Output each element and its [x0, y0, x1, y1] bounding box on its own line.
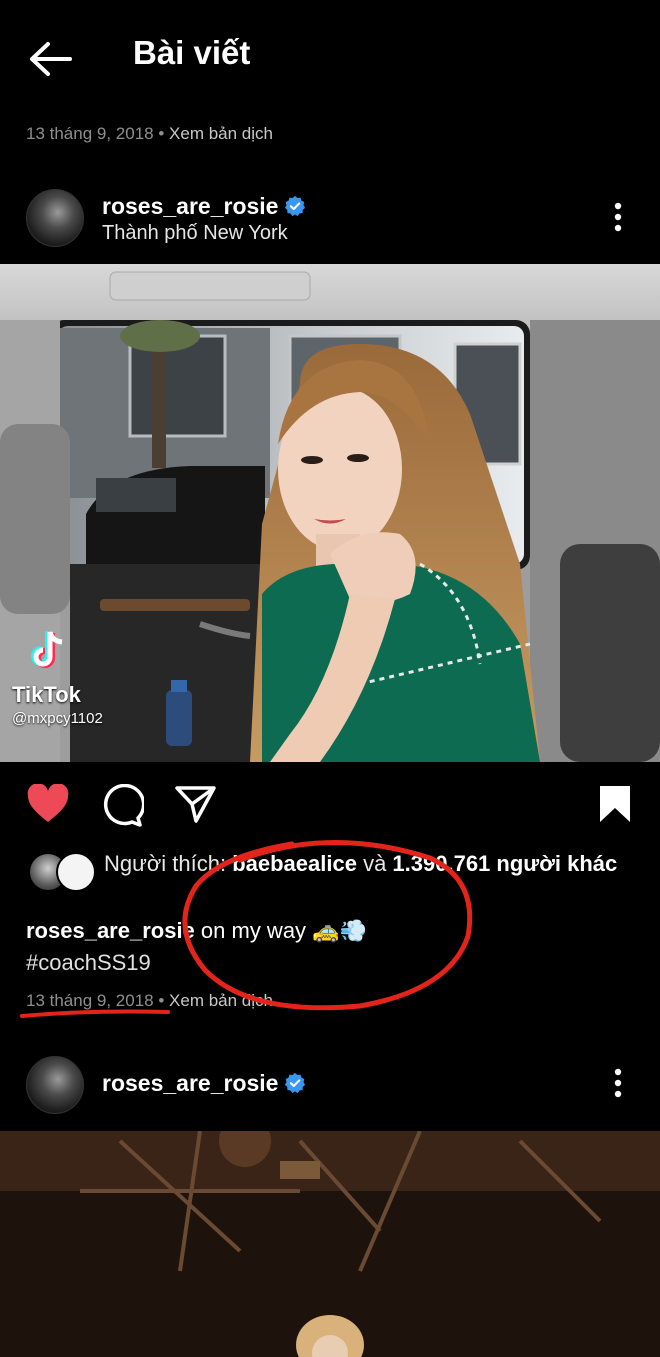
- comment-icon: [103, 783, 146, 827]
- annotation-underline: [20, 1009, 170, 1018]
- separator: •: [158, 991, 165, 1010]
- post-date: 13 tháng 9, 2018: [26, 991, 154, 1010]
- translate-link[interactable]: Xem bản dịch: [169, 124, 273, 143]
- top-bar: [0, 0, 660, 110]
- share-button[interactable]: [174, 784, 218, 829]
- like-button[interactable]: [26, 783, 70, 829]
- translate-link[interactable]: Xem bản dịch: [169, 991, 273, 1010]
- save-button[interactable]: [598, 784, 632, 829]
- back-button[interactable]: [24, 36, 74, 82]
- tiktok-watermark: TikTok: [12, 682, 81, 707]
- liker-username[interactable]: baebaealice: [232, 851, 357, 876]
- tiktok-logo-icon: [31, 631, 63, 668]
- next-post-more-button[interactable]: [608, 1064, 628, 1104]
- previous-post-meta: 13 tháng 9, 2018 • Xem bản dịch: [26, 124, 273, 144]
- username[interactable]: roses_are_rosie: [102, 193, 278, 219]
- post-photo[interactable]: TikTok @mxpcy1102: [0, 264, 660, 762]
- likes-suffix: người khác: [490, 851, 618, 876]
- arrow-left-icon: [30, 42, 72, 76]
- tiktok-handle: @mxpcy1102: [12, 710, 103, 727]
- more-vertical-icon: [614, 202, 622, 232]
- likes-summary[interactable]: Người thích: baebaealice và 1.390.761 ng…: [104, 848, 634, 880]
- send-icon: [175, 786, 216, 823]
- likes-count[interactable]: 1.390.761: [392, 851, 490, 876]
- post-meta: 13 tháng 9, 2018 • Xem bản dịch: [26, 991, 273, 1011]
- next-post-avatar[interactable]: [26, 1056, 84, 1114]
- liker-avatar-2[interactable]: [56, 852, 96, 892]
- next-post-username[interactable]: roses_are_rosie: [102, 1070, 278, 1096]
- verified-badge-icon: [285, 1072, 306, 1094]
- likes-prefix: Người thích:: [104, 851, 233, 876]
- hashtag-link[interactable]: #coachSS19: [26, 950, 151, 976]
- more-vertical-icon: [614, 1068, 622, 1098]
- likes-and: và: [356, 851, 393, 876]
- next-post-author[interactable]: roses_are_rosie: [102, 1070, 306, 1097]
- comment-button[interactable]: [100, 783, 146, 833]
- car-interior-photo: [0, 264, 660, 762]
- next-post-photo[interactable]: [0, 1131, 660, 1357]
- caption-username[interactable]: roses_are_rosie: [26, 918, 195, 943]
- stage-photo: [0, 1131, 660, 1357]
- caption-text: on my way 🚕💨: [194, 918, 367, 943]
- separator: •: [158, 124, 165, 143]
- more-options-button[interactable]: [608, 198, 628, 238]
- heart-icon: [27, 783, 69, 822]
- post-location[interactable]: Thành phố New York: [102, 222, 288, 245]
- previous-post-date: 13 tháng 9, 2018: [26, 124, 154, 143]
- page-title: Bài viết: [133, 34, 251, 71]
- verified-badge-icon: [285, 195, 306, 217]
- avatar[interactable]: [26, 189, 84, 247]
- post-caption: roses_are_rosie on my way 🚕💨: [26, 914, 646, 948]
- bookmark-icon: [600, 786, 630, 822]
- post-author[interactable]: roses_are_rosie: [102, 193, 306, 220]
